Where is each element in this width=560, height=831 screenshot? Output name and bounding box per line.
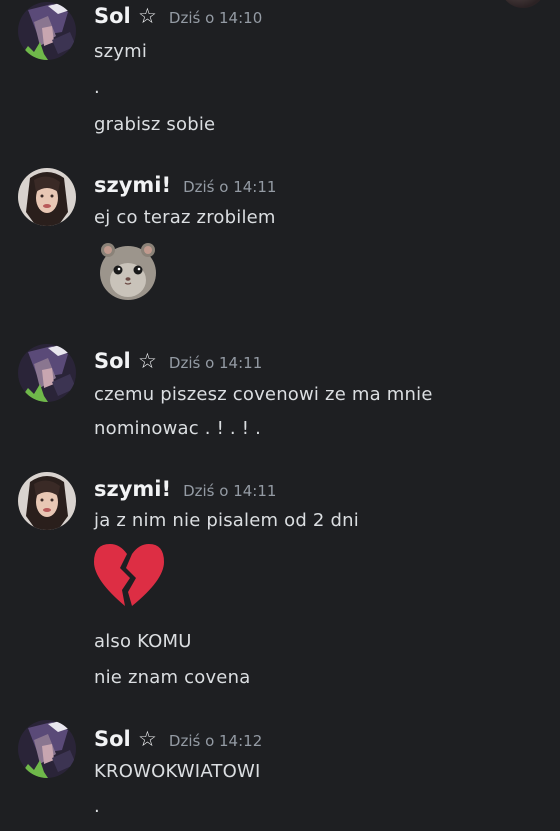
sad-hamster-emoji[interactable] (98, 240, 158, 306)
sol-avatar[interactable] (18, 720, 76, 778)
partial-avatar[interactable] (500, 0, 546, 8)
message-timestamp: Dziś o 14:11 (168, 354, 263, 372)
sol-avatar[interactable] (18, 2, 76, 60)
message-timestamp: Dziś o 14:11 (183, 178, 277, 196)
message-timestamp: Dziś o 14:10 (168, 9, 263, 27)
message-text: ej co teraz zrobilem (94, 207, 276, 228)
author-name[interactable]: szymi! (94, 173, 171, 197)
author-name[interactable]: Sol ☆ (94, 4, 157, 28)
szymi-avatar[interactable] (18, 472, 76, 530)
message-text: szymi (94, 41, 148, 62)
author-name[interactable]: Sol ☆ (94, 727, 157, 751)
message-text: grabisz sobie (94, 114, 216, 135)
author-name[interactable]: Sol ☆ (94, 349, 157, 373)
message-timestamp: Dziś o 14:12 (168, 732, 263, 750)
broken-heart-emoji[interactable] (92, 542, 166, 612)
message-timestamp: Dziś o 14:11 (183, 482, 277, 500)
message-text: . (94, 77, 100, 98)
author-name[interactable]: szymi! (94, 477, 171, 501)
sol-avatar[interactable] (18, 344, 76, 402)
message-text: nie znam covena (94, 667, 251, 688)
message-text: ja z nim nie pisalem od 2 dni (94, 510, 359, 531)
message-text: nominowac . ! . ! . (94, 418, 262, 439)
message-text: also KOMU (94, 631, 192, 652)
message-text: czemu piszesz covenowi ze ma mnie (94, 384, 433, 405)
message-text: . (94, 796, 100, 817)
szymi-avatar[interactable] (18, 168, 76, 226)
message-text: KROWOKWIATOWI (94, 761, 261, 782)
